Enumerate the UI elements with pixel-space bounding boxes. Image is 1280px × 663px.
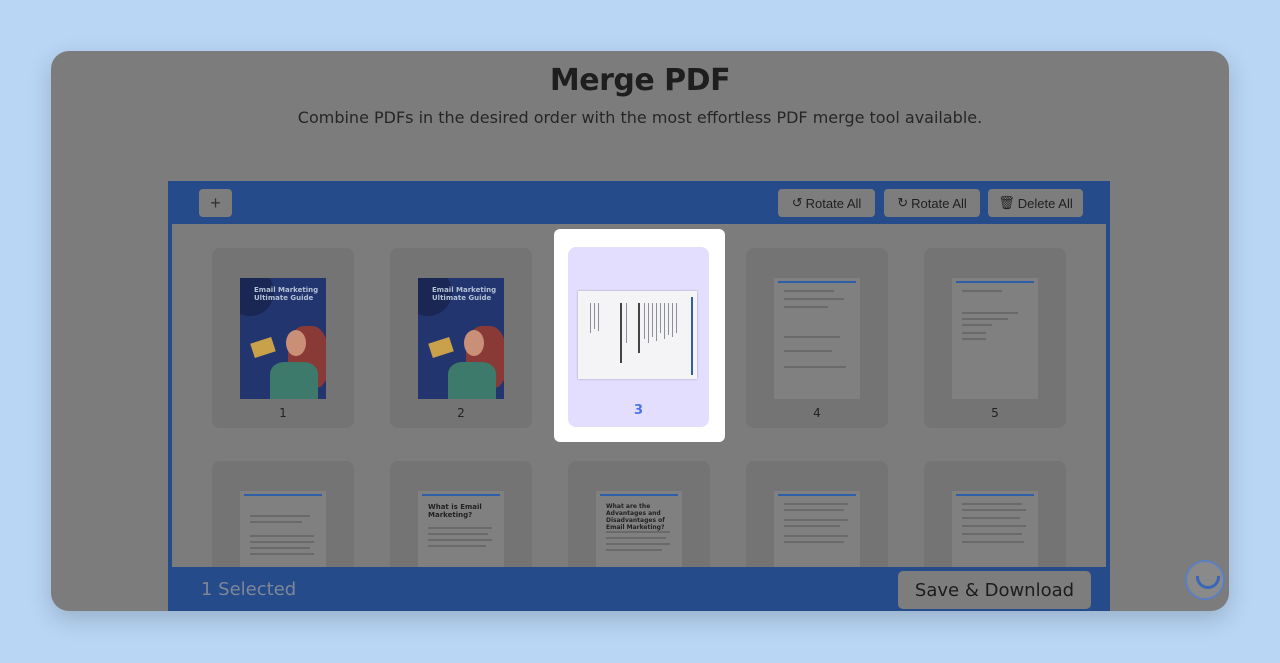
add-file-button[interactable]: + (199, 189, 232, 217)
page-thumbnail (774, 278, 860, 399)
page-heading: What is Email Marketing? (428, 503, 482, 519)
merge-pdf-window: Merge PDF Combine PDFs in the desired or… (51, 51, 1229, 611)
delete-all-button[interactable]: 🗑 Delete All (988, 189, 1083, 217)
page-thumbnail (952, 278, 1038, 399)
page-thumbnail (774, 491, 860, 567)
page-card-10[interactable]: 10 (924, 461, 1066, 567)
rotate-right-icon: ↻ (897, 195, 909, 210)
page-thumbnail-cover: Email Marketing Ultimate Guide (240, 278, 326, 399)
page-number-selected: 3 (633, 403, 644, 418)
page-thumbnail-rotated (578, 291, 697, 379)
page-card-4[interactable]: 4 (746, 248, 888, 428)
cover-title: Email Marketing Ultimate Guide (254, 286, 319, 302)
chat-support-button[interactable] (1185, 560, 1225, 600)
editor-footer: 1 Selected Save & Download (168, 567, 1110, 611)
page-grid: Email Marketing Ultimate Guide 1 Email M… (172, 224, 1106, 567)
page-card-6[interactable]: 6 (212, 461, 354, 567)
page-card-7[interactable]: What is Email Marketing? 7 (390, 461, 532, 567)
page-subtitle: Combine PDFs in the desired order with t… (297, 108, 983, 127)
save-download-button[interactable]: Save & Download (898, 571, 1091, 609)
page-title: Merge PDF (549, 63, 731, 98)
page-number: 1 (279, 406, 287, 420)
plus-icon: + (210, 192, 221, 213)
rotate-all-right-button[interactable]: ↻ Rotate All (884, 189, 980, 217)
page-card-9[interactable]: 9 (746, 461, 888, 567)
cover-title: Email Marketing Ultimate Guide (432, 286, 497, 302)
page-thumbnail (240, 491, 326, 567)
page-card-5[interactable]: 5 (924, 248, 1066, 428)
page-card-1[interactable]: Email Marketing Ultimate Guide 1 (212, 248, 354, 428)
page-card-3-selected[interactable]: 3 (554, 229, 725, 442)
rotate-all-left-label: Rotate All (805, 195, 862, 211)
page-thumbnail: What is Email Marketing? (418, 491, 504, 567)
editor-toolbar: + ↺ Rotate All ↻ Rotate All 🗑 Delete All (168, 181, 1110, 224)
rotate-all-left-button[interactable]: ↺ Rotate All (778, 189, 875, 217)
smile-icon (1196, 576, 1220, 589)
page-card-2[interactable]: Email Marketing Ultimate Guide 2 (390, 248, 532, 428)
pdf-editor: + ↺ Rotate All ↻ Rotate All 🗑 Delete All… (168, 181, 1110, 611)
page-thumbnail-cover: Email Marketing Ultimate Guide (418, 278, 504, 399)
selected-count: 1 Selected (201, 579, 297, 600)
page-card-8[interactable]: What are the Advantages and Disadvantage… (568, 461, 710, 567)
page-number: 4 (813, 406, 821, 420)
page-heading: What are the Advantages and Disadvantage… (606, 503, 665, 531)
page-thumbnail (952, 491, 1038, 567)
page-thumbnail: What are the Advantages and Disadvantage… (596, 491, 682, 567)
rotate-left-icon: ↺ (791, 195, 803, 210)
page-number: 2 (457, 406, 465, 420)
trash-icon: 🗑 (998, 195, 1015, 210)
selected-page-highlight: 3 (568, 247, 709, 427)
page-number: 5 (991, 406, 999, 420)
delete-all-label: Delete All (1017, 195, 1073, 211)
rotate-all-right-label: Rotate All (911, 195, 967, 211)
